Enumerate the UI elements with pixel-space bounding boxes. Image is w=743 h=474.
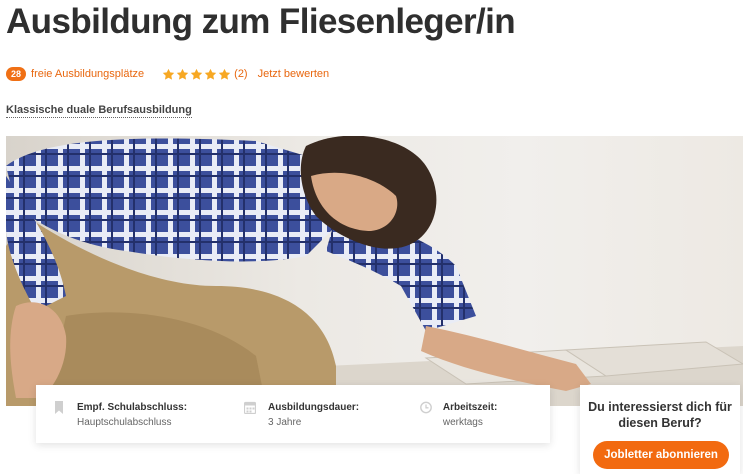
subscribe-question: Du interessierst dich für diesen Beruf? [588,400,732,430]
bookmark-icon [55,401,63,414]
star-icon [162,68,175,80]
star-icon [218,68,231,80]
rate-now-link[interactable]: Jetzt bewerten [258,68,330,80]
info-label: Empf. Schulabschluss: [77,402,188,413]
page-title: Ausbildung zum Fliesenleger/in [6,2,516,41]
rating-stars [162,68,232,81]
meta-row: 28 freie Ausbildungsplätze (2) Jetzt bew… [6,66,329,82]
info-worktime: Arbeitszeit: werktags [403,385,550,430]
info-value: 3 Jahre [268,417,302,428]
training-type-label: Klassische duale Berufsausbildung [6,104,192,118]
rating-count: (2) [234,68,248,80]
count-badge: 28 [6,67,27,81]
info-card: Empf. Schulabschluss: Hauptschulabschlus… [36,385,550,443]
star-icon [204,68,217,80]
jobletter-subscribe-button[interactable]: Jobletter abonnieren [593,441,729,469]
clock-icon [419,401,432,414]
info-school: Empf. Schulabschluss: Hauptschulabschlus… [36,385,227,430]
subscribe-card: Du interessierst dich für diesen Beruf? … [580,385,740,474]
info-value: Hauptschulabschluss [77,417,172,428]
star-icon [190,68,203,80]
info-duration: Ausbildungsdauer: 3 Jahre [227,385,403,430]
info-value: werktags [442,417,483,428]
page: Ausbildung zum Fliesenleger/in 28 freie … [0,0,743,474]
calendar-icon [244,401,257,414]
hero-image [6,136,743,406]
tiler-illustration [6,136,743,406]
info-label: Ausbildungsdauer: [268,402,360,413]
free-places-link[interactable]: freie Ausbildungsplätze [31,68,144,80]
star-icon [176,68,189,80]
info-label: Arbeitszeit: [442,402,498,413]
